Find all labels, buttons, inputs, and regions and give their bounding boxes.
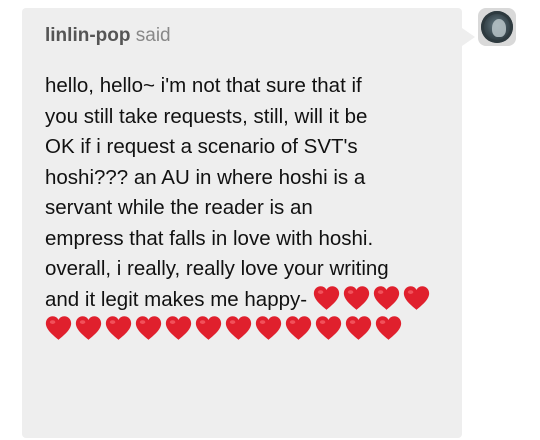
avatar[interactable]: [478, 8, 516, 46]
red-heart-icon: [403, 285, 430, 311]
red-heart-icon: [225, 315, 252, 341]
red-heart-icon: [343, 285, 370, 311]
avatar-figure: [492, 19, 506, 37]
red-heart-icon: [373, 285, 400, 311]
asker-line: linlin-pop said: [45, 24, 462, 48]
asker-verb: said: [130, 25, 171, 46]
red-heart-icon: [195, 315, 222, 341]
red-heart-icon: [255, 315, 282, 341]
red-heart-icon: [345, 315, 372, 341]
red-heart-icon: [45, 315, 72, 341]
red-heart-icon: [105, 315, 132, 341]
red-heart-icon: [313, 285, 340, 311]
question-text: hello, hello~ i'm not that sure that if …: [45, 74, 389, 311]
red-heart-icon: [315, 315, 342, 341]
bubble-tail: [462, 28, 475, 46]
red-heart-icon: [285, 315, 312, 341]
ask-bubble: linlin-pop said hello, hello~ i'm not th…: [22, 8, 475, 438]
red-heart-icon: [135, 315, 162, 341]
red-heart-icon: [165, 315, 192, 341]
question-body: hello, hello~ i'm not that sure that if …: [45, 71, 445, 346]
red-heart-icon: [375, 315, 402, 341]
avatar-image: [481, 11, 513, 43]
asker-name[interactable]: linlin-pop: [45, 25, 130, 46]
red-heart-icon: [75, 315, 102, 341]
